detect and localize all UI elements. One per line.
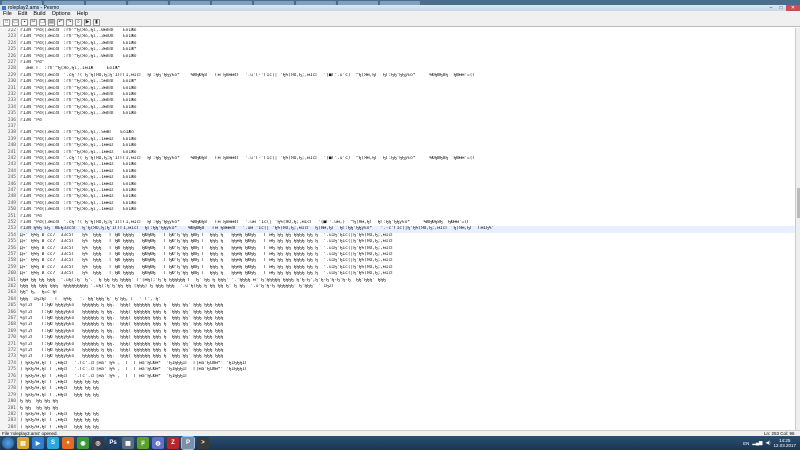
utorrent-icon[interactable]: µ	[137, 437, 149, 449]
windows-taskbar: ▤ ▶ S ● ◉ ◎ Ps ▦ µ ◍ Z P > EN ▂▄▆ ◀) 14:25 12.03.201…	[0, 436, 800, 450]
pawno-app-icon	[2, 6, 6, 10]
redo-icon[interactable]: ↷	[66, 18, 73, 26]
menu-edit[interactable]: Edit	[18, 11, 27, 18]
save-icon[interactable]: ▪	[21, 18, 28, 26]
start-button[interactable]	[2, 437, 14, 449]
app-icon[interactable]: ▦	[122, 437, 134, 449]
copy-icon[interactable]: ❐	[39, 18, 46, 26]
steam-icon[interactable]: ◎	[92, 437, 104, 449]
media-player-icon[interactable]: ▶	[32, 437, 44, 449]
skype-icon[interactable]: S	[47, 437, 59, 449]
open-icon[interactable]: ▭	[12, 18, 19, 26]
run-icon[interactable]: ▮	[93, 18, 100, 26]
photoshop-icon[interactable]: Ps	[107, 437, 119, 449]
filezilla-icon[interactable]: Z	[167, 437, 179, 449]
clock[interactable]: 14:25 12.03.2017	[773, 438, 796, 448]
toolbar: □ ▭ ▪ ✂ ❐ ▤ ↶ ↷ ⌕ ▶ ▮	[0, 18, 800, 27]
terminal-icon[interactable]: >	[197, 437, 209, 449]
find-icon[interactable]: ⌕	[75, 18, 82, 26]
clock-date: 12.03.2017	[773, 443, 796, 448]
firefox-icon[interactable]: ●	[62, 437, 74, 449]
code-editor[interactable]: 222 223 224 225 226 227 228 229 230 231 232 233 234 2…	[0, 28, 800, 430]
code-area[interactable]: r13N "Pd{[3мс4Г :rh'^Ђ(Яо,Ђі,.0мЛ4Г Ёо1Ж…	[20, 28, 795, 430]
line-number-gutter: 222 223 224 225 226 227 228 229 230 231 232 233 234 2…	[0, 28, 18, 430]
menu-help[interactable]: Help	[77, 11, 88, 18]
menu-file[interactable]: File	[3, 11, 12, 18]
discord-icon[interactable]: ◍	[152, 437, 164, 449]
pawno-icon[interactable]: P	[181, 436, 195, 450]
vertical-scrollbar[interactable]	[795, 28, 800, 430]
new-icon[interactable]: □	[3, 18, 10, 26]
system-tray: EN ▂▄▆ ◀) 14:25 12.03.2017	[743, 438, 800, 448]
network-icon[interactable]: ▂▄▆	[752, 440, 762, 446]
paste-icon[interactable]: ▤	[48, 18, 55, 26]
volume-icon[interactable]: ◀)	[766, 440, 771, 446]
cut-icon[interactable]: ✂	[30, 18, 37, 26]
compile-icon[interactable]: ▶	[84, 18, 91, 26]
chrome-icon[interactable]: ◉	[77, 437, 89, 449]
language-indicator[interactable]: EN	[743, 441, 749, 446]
undo-icon[interactable]: ↶	[57, 18, 64, 26]
menu-build[interactable]: Build	[33, 11, 45, 18]
menu-options[interactable]: Options	[52, 11, 71, 18]
explorer-icon[interactable]: ▤	[17, 437, 29, 449]
menu-bar: File Edit Build Options Help	[0, 11, 800, 18]
